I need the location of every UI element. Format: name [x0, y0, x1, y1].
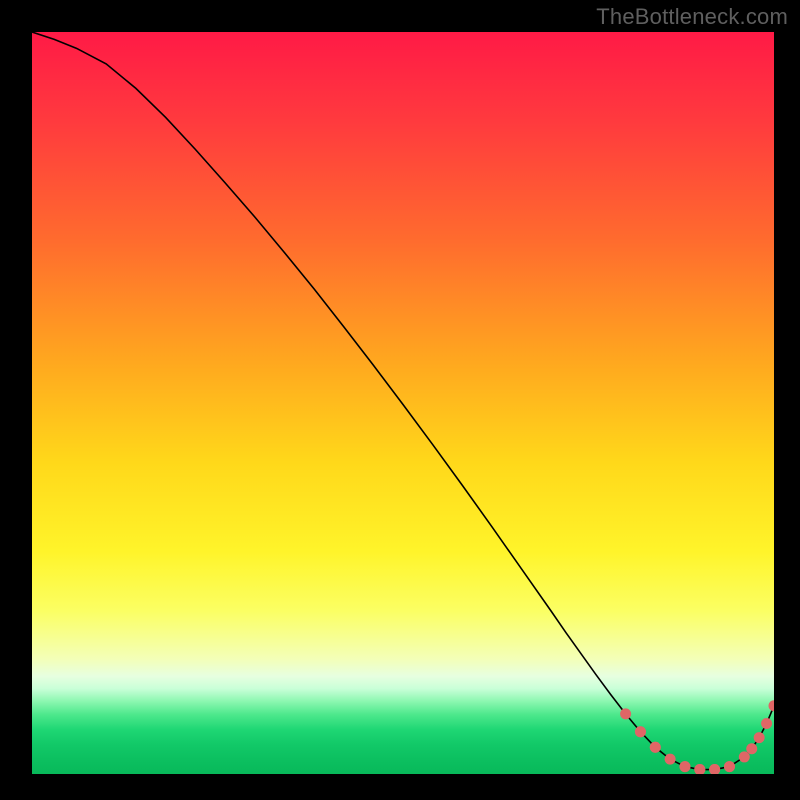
data-marker	[679, 761, 690, 772]
curve-svg	[32, 32, 774, 774]
data-marker	[746, 743, 757, 754]
data-marker	[665, 754, 676, 765]
watermark-text: TheBottleneck.com	[596, 4, 788, 30]
bottleneck-curve	[32, 32, 774, 770]
data-marker	[694, 764, 705, 774]
curve-group	[32, 32, 774, 774]
data-marker	[709, 764, 720, 774]
data-marker	[761, 718, 772, 729]
data-marker	[754, 732, 765, 743]
data-marker	[650, 742, 661, 753]
data-marker	[635, 726, 646, 737]
data-marker	[620, 708, 631, 719]
chart-container: TheBottleneck.com	[0, 0, 800, 800]
data-marker	[724, 761, 735, 772]
data-marker	[739, 751, 750, 762]
plot-area	[32, 32, 774, 774]
data-marker	[769, 700, 775, 711]
